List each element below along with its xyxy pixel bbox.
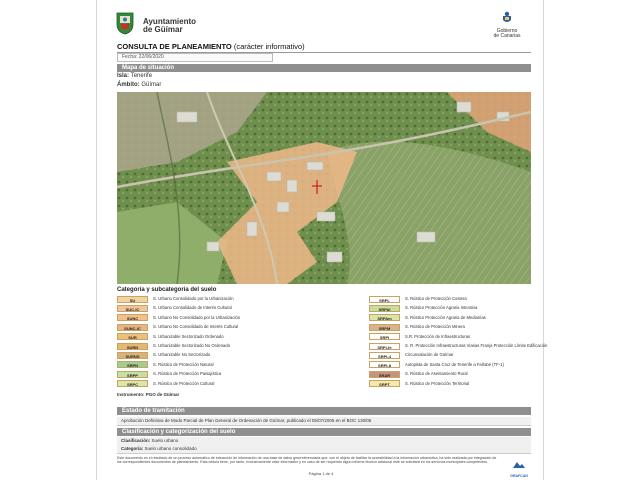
legend-swatch: SUC-IC — [117, 304, 148, 312]
legend-label: S. Rústico de Asentamiento Rural — [405, 371, 468, 377]
legend-label: S. Urbano Consolidado por la Urbanizació… — [153, 296, 234, 301]
municipality-name: Ayuntamiento de Güímar — [143, 18, 196, 34]
fecha-field: Fecha: 22/06/2020 — [117, 53, 273, 62]
municipality-line2: de Güímar — [143, 25, 183, 34]
legend-swatch: SRPI-fe — [369, 342, 400, 350]
legend-swatch: SRPI-4 — [369, 351, 400, 359]
ambito-value: Güímar — [141, 82, 162, 88]
isla-line: Isla: Tenerife — [117, 73, 152, 79]
footer-disclaimer: Este documento es el resultado de un pro… — [117, 456, 497, 465]
legend-swatch: SRPI-8 — [369, 361, 400, 369]
legend-swatch: SRPN — [117, 361, 148, 369]
legend-swatch: SUR — [117, 333, 148, 341]
legend-label: S. Rústico de Protección Minera — [405, 324, 465, 330]
legend-label: S. Rústico de Protección Paisajística — [153, 371, 222, 377]
tramitacion-text: Aprobación Definitiva de Modo Parcial de… — [117, 417, 531, 426]
legend-swatch: SRPAi — [369, 304, 400, 312]
tramitacion-header: Estado de tramitación — [117, 407, 531, 415]
legend-label: S. Rústico de Protección Natural — [153, 361, 214, 367]
map-hillside — [327, 141, 531, 284]
legend-label: S. Urbano Consolidado de Interés Cultura… — [153, 305, 232, 311]
legend-swatch: SRPT — [369, 380, 400, 388]
instrumento: Instrumento: PGO de Güímar — [117, 392, 180, 397]
legend-swatch: SRPI — [369, 333, 400, 341]
situacion-header: Mapa de situación — [117, 64, 531, 72]
legend-label: S. Urbanizable No Sectorizado — [153, 352, 211, 358]
title-main: CONSULTA DE PLANEAMIENTO — [117, 42, 232, 51]
legend-swatch: SRAR — [369, 370, 400, 378]
ambito-line: Ámbito: Güímar — [117, 82, 161, 88]
clasificacion-label: Clasificación: — [121, 438, 151, 443]
legend-label: Autopista de Santa Cruz de Tenerife a Fa… — [405, 361, 504, 367]
legend-label: S.R. Protección de Infraestructuras — [405, 333, 471, 339]
legend-swatch: SRPAm — [369, 314, 400, 322]
isla-label: Isla: — [117, 73, 130, 79]
legend-label: S. R. Protección Infraestructuras Viaria… — [405, 343, 548, 348]
page-number: Página 1 de 4 — [308, 471, 334, 476]
legend-label: S. Rústico Protección Agraria Intensiva — [405, 305, 478, 311]
legend-label: S. Rústico de Protección Territorial — [405, 380, 470, 386]
grafcan-logo: GRAFCAN — [507, 456, 531, 478]
legend-label: S. Rústico de Protección Costera — [405, 296, 467, 301]
legend-label: S. Rústico de Protección Cultural — [153, 380, 215, 386]
legend-label: S. Urbano No Consolidado de Interés Cult… — [153, 324, 239, 330]
legend-label: S. Urbanizable Sectorizado No Ordenado — [153, 343, 231, 348]
legend-swatch: SUNC-IC — [117, 323, 148, 331]
grafcan-icon — [513, 462, 525, 468]
isla-value: Tenerife — [130, 73, 153, 79]
legend-label: Circunvalación de Güímar — [405, 352, 454, 358]
legend-swatch: SUNC — [117, 314, 148, 322]
clasificacion-header: Clasificación y categorización del suelo — [117, 428, 531, 436]
ayuntamiento-shield-icon — [115, 11, 135, 35]
legend-swatch: SU — [117, 295, 148, 303]
canarias-crest-icon — [503, 11, 511, 22]
legend-swatch: SURN — [117, 342, 148, 350]
page-title: CONSULTA DE PLANEAMIENTO (carácter infor… — [117, 42, 531, 53]
categoria-line: Categoría: Suelo urbano consolidado — [117, 445, 531, 454]
ambito-label: Ámbito: — [117, 82, 140, 88]
legend-swatch: SRPM — [369, 323, 400, 331]
legend-swatch: SURNS — [117, 351, 148, 359]
legend-label: S. Rústico Protección Agraria de Medianí… — [405, 314, 486, 320]
document-page: Ayuntamiento de Güímar Gobierno de Canar… — [96, 0, 548, 480]
categoria-value: Suelo urbano consolidado — [144, 446, 197, 451]
gobierno-canarias-logo: Gobierno de Canarias — [483, 10, 531, 40]
clasificacion-value: Suelo urbano — [151, 438, 179, 443]
legend-swatch: SRPL — [369, 295, 400, 303]
title-note: (carácter informativo) — [233, 42, 305, 51]
legend-title: Categoría y subcategoría del suelo — [117, 287, 217, 293]
legend-swatch: SRPC — [117, 380, 148, 388]
categoria-label: Categoría: — [121, 446, 144, 451]
gov-line2: de Canarias — [493, 33, 521, 39]
legend-swatch: SRPP — [117, 370, 148, 378]
situation-map[interactable] — [117, 92, 531, 284]
document-header: Ayuntamiento de Güímar Gobierno de Canar… — [113, 10, 533, 40]
legend-label: S. Urbanizable Sectorizado Ordenado — [153, 333, 224, 339]
legend-label: S. Urbano No Consolidado por la Urbaniza… — [153, 314, 241, 320]
